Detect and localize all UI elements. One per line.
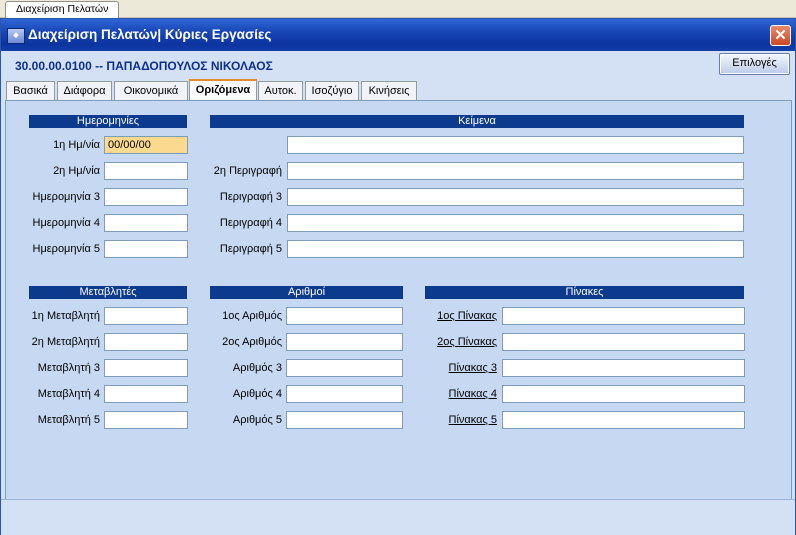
variable-4-label: Μεταβλητή 4 [37,388,100,400]
table-4-field[interactable] [502,385,745,403]
table-3-field[interactable] [502,359,745,377]
date-2-label: 2η Ημ/νία [53,165,100,177]
table-4-link[interactable]: Πίνακας 4 [406,388,497,400]
table-2-link[interactable]: 2ος Πίνακας [406,336,497,348]
tab-row: Βασικά Διάφορα Οικονομικά Οριζόμενα Αυτο… [1,79,795,101]
tables-section-header: Πίνακες [425,286,744,299]
variable-4-field[interactable] [104,385,188,403]
number-2-label: 2ος Αριθμός [222,336,282,348]
date-4-label: Ημερομηνία 4 [32,217,101,229]
description-5-field[interactable] [287,240,744,258]
variable-2-field[interactable] [104,333,188,351]
dates-section-header: Ημερομηνίες [29,115,187,128]
tab-user-defined[interactable]: Οριζόμενα [189,79,257,101]
number-2-field[interactable] [286,333,403,351]
tab-transactions[interactable]: Κινήσεις [361,81,417,100]
date-1-field[interactable]: 00/00/00 [104,136,188,154]
number-4-label: Αριθμός 4 [232,388,282,400]
number-4-field[interactable] [286,385,403,403]
description-3-label: Περιγραφή 3 [219,191,282,203]
table-1-link[interactable]: 1ος Πίνακας [406,310,497,322]
variable-2-label: 2η Μεταβλητή [31,336,100,348]
date-5-label: Ημερομηνία 5 [32,243,101,255]
tab-basic[interactable]: Βασικά [6,81,55,100]
date-2-field[interactable] [104,162,188,180]
numbers-section-header: Αριθμοί [210,286,403,299]
date-3-label: Ημερομηνία 3 [32,191,101,203]
description-4-field[interactable] [287,214,744,232]
variable-3-field[interactable] [104,359,188,377]
description-1-field[interactable] [287,136,744,154]
document-tab[interactable]: Διαχείριση Πελατών [5,1,120,18]
customer-code-name: 30.00.00.0100 -- ΠΑΠΑΔΟΠΟΥΛΟΣ ΝΙΚΟΛΑΟΣ [15,59,273,73]
table-5-link[interactable]: Πίνακας 5 [406,414,497,426]
tab-misc[interactable]: Διάφορα [57,81,112,100]
variable-3-label: Μεταβλητή 3 [37,362,100,374]
description-4-label: Περιγραφή 4 [219,217,282,229]
description-5-label: Περιγραφή 5 [219,243,282,255]
description-2-label: 2η Περιγραφή [213,165,282,177]
variable-1-label: 1η Μεταβλητή [31,310,100,322]
tab-balance[interactable]: Ισοζύγιο [305,81,359,100]
close-button[interactable]: ✕ [770,25,791,46]
table-1-field[interactable] [502,307,745,325]
variable-5-label: Μεταβλητή 5 [37,414,100,426]
date-1-label: 1η Ημ/νία [53,139,100,151]
number-3-field[interactable] [286,359,403,377]
tab-panel-user-defined: Ημερομηνίες 1η Ημ/νία 00/00/00 2η Ημ/νία… [5,100,792,500]
tab-financial[interactable]: Οικονομικά [114,81,188,100]
window-title: Διαχείριση Πελατών| Κύριες Εργασίες [28,27,272,42]
date-5-field[interactable] [104,240,188,258]
title-bar[interactable]: ◆ Διαχείριση Πελατών| Κύριες Εργασίες ✕ [1,19,795,51]
variables-section-header: Μεταβλητές [29,286,187,299]
number-1-field[interactable] [286,307,403,325]
table-5-field[interactable] [502,411,745,429]
number-5-field[interactable] [286,411,403,429]
app-icon: ◆ [7,28,25,44]
description-2-field[interactable] [287,162,744,180]
variable-1-field[interactable] [104,307,188,325]
status-bar [1,499,795,535]
table-3-link[interactable]: Πίνακας 3 [406,362,497,374]
texts-section-header: Κείμενα [210,115,744,128]
main-window: ◆ Διαχείριση Πελατών| Κύριες Εργασίες ✕ … [0,18,796,535]
table-2-field[interactable] [502,333,745,351]
document-tabstrip: Διαχείριση Πελατών [0,0,796,18]
variable-5-field[interactable] [104,411,188,429]
date-4-field[interactable] [104,214,188,232]
number-5-label: Αριθμός 5 [232,414,282,426]
tab-auto[interactable]: Αυτοκ. [258,81,303,100]
number-3-label: Αριθμός 3 [232,362,282,374]
description-3-field[interactable] [287,188,744,206]
options-button[interactable]: Επιλογές [719,53,790,75]
date-3-field[interactable] [104,188,188,206]
number-1-label: 1ος Αριθμός [222,310,282,322]
